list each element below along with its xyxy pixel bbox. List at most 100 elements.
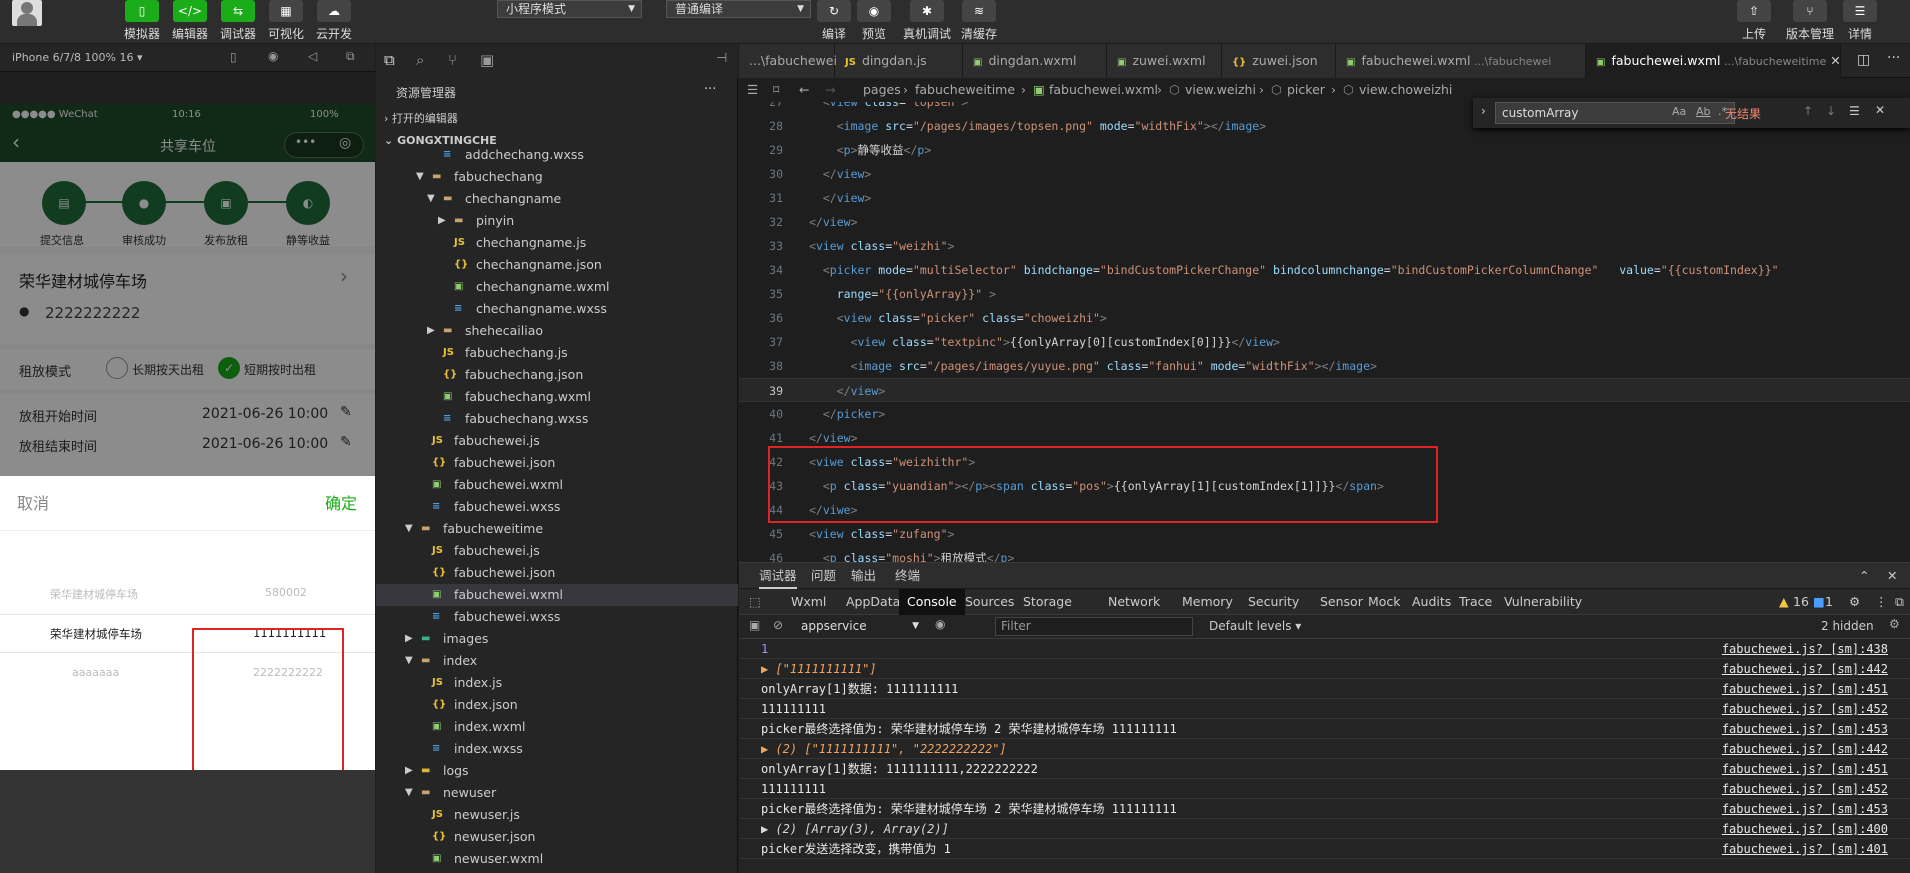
tree-item[interactable]: {} fabuchewei.json [376, 562, 738, 584]
tree-item[interactable]: ▼ ▬ fabuchechang [376, 166, 738, 188]
code-line[interactable]: 29 <p>静等收益</p> [739, 138, 1910, 162]
tree-item[interactable]: ≡ addchechang.wxss [376, 148, 738, 166]
tree-item[interactable]: ▶ ▬ pinyin [376, 210, 738, 232]
tree-item[interactable]: JS fabuchewei.js [376, 430, 738, 452]
close-icon[interactable]: ✕ [1887, 563, 1897, 589]
console-source-link[interactable]: fabuchewei.js? [sm]:451 [1722, 759, 1888, 779]
console-row[interactable]: picker最终选择值为: 荣华建材城停车场 2 荣华建材城停车场 111111… [739, 799, 1910, 819]
gear-icon[interactable]: ⚙ [1889, 617, 1900, 631]
bookmark-icon[interactable]: ⌑ [773, 78, 779, 102]
tree-item[interactable]: ▶ ▬ images [376, 628, 738, 650]
console-filter-input[interactable]: Filter [995, 617, 1193, 636]
more-icon[interactable]: ··· [1887, 50, 1900, 66]
console-source-link[interactable]: fabuchewei.js? [sm]:453 [1722, 799, 1888, 819]
picker-col1-item[interactable]: aaaaaaa [72, 666, 119, 679]
whole-word-icon[interactable]: Ab [1696, 105, 1711, 118]
record-icon[interactable]: ◉ [268, 49, 278, 63]
picker-col1-item-selected[interactable]: 荣华建材城停车场 [50, 626, 142, 642]
picker-col1-item[interactable]: 荣华建材城停车场 [50, 586, 138, 602]
tree-item[interactable]: ≡ fabuchewei.wxss [376, 606, 738, 628]
tree-item[interactable]: ▼ ▬ fabucheweitime [376, 518, 738, 540]
console-row[interactable]: 111111111 fabuchewei.js? [sm]:452 [739, 779, 1910, 799]
close-icon[interactable]: ✕ [1826, 53, 1840, 68]
devtools-tab-mock[interactable]: Mock [1368, 589, 1401, 615]
picker-col2-item[interactable]: 580002 [265, 586, 307, 599]
volume-icon[interactable]: ◁ [308, 49, 317, 63]
code-line[interactable]: 32 </view> [739, 210, 1910, 234]
tree-item[interactable]: ▣ newuser.wxml [376, 848, 738, 870]
console-source-link[interactable]: fabuchewei.js? [sm]:401 [1722, 839, 1888, 859]
visual-button[interactable]: ▦ 可视化 [262, 0, 310, 42]
devtools-tab-sources[interactable]: Sources [965, 589, 1014, 615]
selection-icon[interactable]: ☰ [1849, 104, 1860, 118]
tree-item[interactable]: ▶ ▬ shehecailiao [376, 320, 738, 342]
console-source-link[interactable]: fabuchewei.js? [sm]:442 [1722, 659, 1888, 679]
tree-item[interactable]: ▣ fabuchewei.wxml [376, 474, 738, 496]
devtools-tab-storage[interactable]: Storage [1023, 589, 1072, 615]
console-source-link[interactable]: fabuchewei.js? [sm]:451 [1722, 679, 1888, 699]
tree-item[interactable]: {} chechangname.json [376, 254, 738, 276]
code-line[interactable]: 45 <view class="zufang"> [739, 522, 1910, 546]
preview-button[interactable]: ◉ 预览 [850, 0, 898, 42]
clear-cache-button[interactable]: ≋ 清缓存 [955, 0, 1003, 42]
console-source-link[interactable]: fabuchewei.js? [sm]:453 [1722, 719, 1888, 739]
console-row[interactable]: ▶ (2) [Array(3), Array(2)] fabuchewei.js?… [739, 819, 1910, 839]
avatar[interactable] [12, 0, 42, 26]
back-arrow-icon[interactable]: ← [799, 78, 809, 102]
console-row[interactable]: picker发送选择改变，携带值为 1 fabuchewei.js? [sm]:4… [739, 839, 1910, 859]
debugger-button[interactable]: ⇆ 调试器 [214, 0, 262, 42]
code-line[interactable]: 40 </picker> [739, 402, 1910, 426]
devtools-tab-security[interactable]: Security [1248, 589, 1299, 615]
console-source-link[interactable]: fabuchewei.js? [sm]:452 [1722, 699, 1888, 719]
console-row[interactable]: 111111111 fabuchewei.js? [sm]:452 [739, 699, 1910, 719]
details-button[interactable]: ☰ 详情 [1836, 0, 1884, 42]
tree-item[interactable]: ▼ ▬ chechangname [376, 188, 738, 210]
tree-item[interactable]: JS fabuchewei.js [376, 540, 738, 562]
tab-debugger[interactable]: 调试器 [759, 563, 797, 589]
code-line[interactable]: 39 </view> [739, 378, 1910, 402]
editor-tab[interactable]: ▣ dingdan.wxml [963, 44, 1107, 78]
gear-icon[interactable]: ⚙ [1849, 589, 1860, 615]
debug-icon[interactable]: ▣ [480, 51, 494, 69]
code-line[interactable]: 31 </view> [739, 186, 1910, 210]
tree-item[interactable]: ≡ fabuchewei.wxss [376, 496, 738, 518]
tree-item[interactable]: ▣ fabuchewei.wxml [376, 584, 738, 606]
devtools-tab-audits[interactable]: Audits [1412, 589, 1451, 615]
eye-icon[interactable]: ◉ [935, 617, 945, 631]
code-line[interactable]: 34 <picker mode="multiSelector" bindchan… [739, 258, 1910, 282]
picker-confirm-button[interactable]: 确定 [325, 490, 357, 514]
devtools-tab-network[interactable]: Network [1108, 589, 1160, 615]
files-icon[interactable]: ⧉ [384, 51, 395, 69]
console-source-link[interactable]: fabuchewei.js? [sm]:442 [1722, 739, 1888, 759]
code-line[interactable]: 37 <view class="textpinc">{{onlyArray[0]… [739, 330, 1910, 354]
editor-tab[interactable]: JS dingdan.js [835, 44, 963, 78]
console-row[interactable]: 1 fabuchewei.js? [sm]:438 [739, 639, 1910, 659]
console-source-link[interactable]: fabuchewei.js? [sm]:438 [1722, 639, 1888, 659]
console-row[interactable]: ▶ (2) ["1111111111", "2222222222"] fabuch… [739, 739, 1910, 759]
phone-icon[interactable]: ▯ [230, 50, 237, 64]
devtools-tab-appdata[interactable]: AppData [846, 589, 900, 615]
levels-select[interactable]: Default levels ▾ [1209, 619, 1301, 633]
tab-terminal[interactable]: 终端 [895, 563, 920, 589]
editor-tab[interactable]: ▣ fabuchewei.wxml ...\fabuchewei [1336, 44, 1586, 78]
console-source-link[interactable]: fabuchewei.js? [sm]:400 [1722, 819, 1888, 839]
devtools-tab-console[interactable]: Console [899, 589, 965, 615]
info-icon[interactable]: ■ [1813, 589, 1825, 615]
tree-item[interactable]: ▼ ▬ newuser [376, 782, 738, 804]
editor-tab[interactable]: ...\fabuchewei [739, 44, 837, 78]
tab-problems[interactable]: 问题 [811, 563, 836, 589]
tree-item[interactable]: ▶ ▬ logs [376, 760, 738, 782]
code-line[interactable]: 36 <view class="picker" class="choweizhi… [739, 306, 1910, 330]
tree-item[interactable]: {} fabuchewei.json [376, 452, 738, 474]
tree-item[interactable]: {} fabuchechang.json [376, 364, 738, 386]
tree-item[interactable]: {} index.json [376, 694, 738, 716]
chevron-right-icon[interactable]: › [1481, 104, 1486, 118]
search-icon[interactable]: ⌕ [416, 51, 424, 69]
arrow-down-icon[interactable]: ↓ [1826, 104, 1836, 118]
device-select[interactable]: iPhone 6/7/8 100% 16 ▾ [12, 51, 143, 64]
list-icon[interactable]: ☰ [747, 78, 758, 102]
code-line[interactable]: 46 <p class="moshi">租放模式</p> [739, 546, 1910, 562]
tree-item[interactable]: ≡ fabuchechang.wxss [376, 408, 738, 430]
upload-button[interactable]: ⇧ 上传 [1730, 0, 1778, 42]
crumb[interactable]: view.choweizhi [1359, 78, 1452, 102]
